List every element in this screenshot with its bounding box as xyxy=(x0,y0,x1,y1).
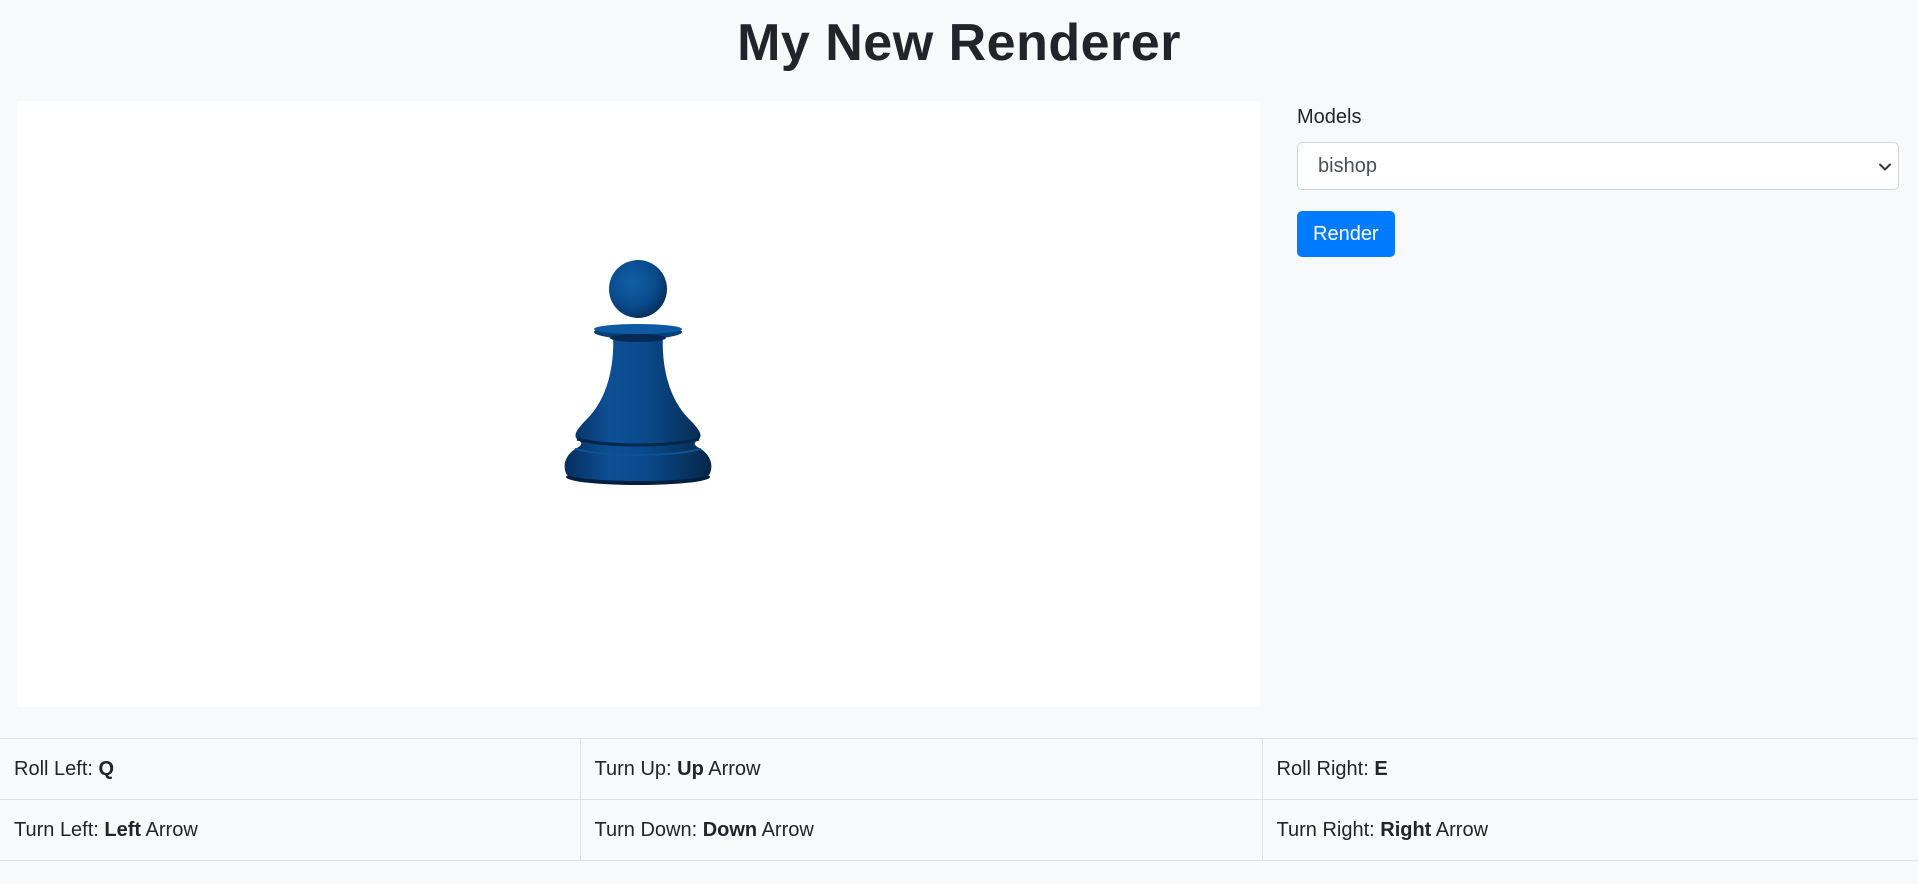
control-roll-right: Roll Right: E xyxy=(1262,738,1918,800)
control-suffix: Arrow xyxy=(1435,818,1489,841)
rendered-model xyxy=(564,260,712,485)
control-action: Turn Up: xyxy=(594,757,672,780)
table-row: Turn Left: Left Arrow Turn Down: Down Ar… xyxy=(0,799,1918,861)
render-button[interactable]: Render xyxy=(1297,211,1395,257)
control-suffix: Arrow xyxy=(708,757,761,780)
pawn-model xyxy=(564,260,712,485)
model-panel: Models bishop Render xyxy=(1297,104,1899,257)
control-key: Up xyxy=(677,757,704,780)
control-key: Right xyxy=(1380,818,1432,841)
control-action: Turn Left: xyxy=(14,818,99,841)
control-suffix: Arrow xyxy=(761,818,814,841)
control-action: Roll Right: xyxy=(1276,757,1369,780)
control-roll-left: Roll Left: Q xyxy=(0,738,581,800)
control-turn-right: Turn Right: Right Arrow xyxy=(1262,799,1918,861)
keyboard-controls-table: Roll Left: Q Turn Up: Up Arrow Roll Righ… xyxy=(0,738,1918,861)
control-key: Q xyxy=(98,757,115,780)
page-title: My New Renderer xyxy=(737,14,1181,72)
control-turn-down: Turn Down: Down Arrow xyxy=(580,799,1263,861)
table-row: Roll Left: Q Turn Up: Up Arrow Roll Righ… xyxy=(0,738,1918,800)
control-action: Turn Right: xyxy=(1276,818,1375,841)
control-turn-left: Turn Left: Left Arrow xyxy=(0,799,581,861)
control-key: E xyxy=(1374,757,1388,780)
models-label: Models xyxy=(1297,106,1362,128)
render-canvas[interactable] xyxy=(17,101,1260,707)
control-action: Roll Left: xyxy=(14,757,93,780)
control-suffix: Arrow xyxy=(145,818,198,841)
control-key: Left xyxy=(104,818,142,841)
control-action: Turn Down: xyxy=(594,818,698,841)
model-select[interactable]: bishop xyxy=(1297,142,1899,190)
model-dropdown[interactable]: bishop xyxy=(1298,143,1898,189)
control-key: Down xyxy=(702,818,758,841)
control-turn-up: Turn Up: Up Arrow xyxy=(580,738,1263,800)
